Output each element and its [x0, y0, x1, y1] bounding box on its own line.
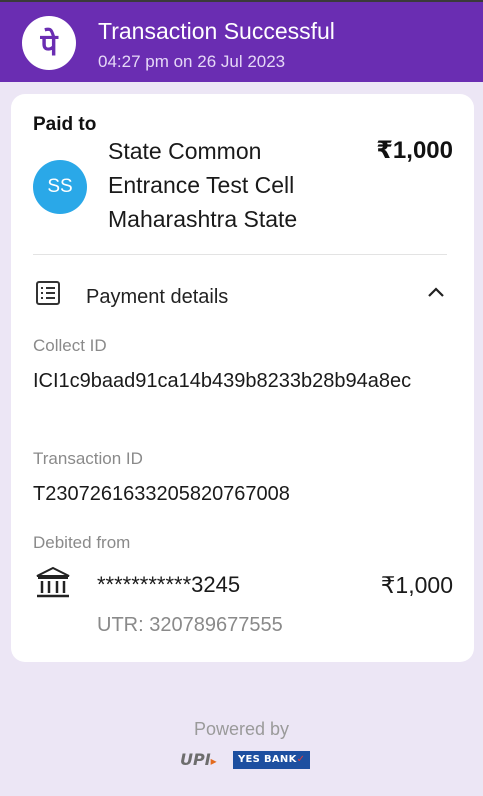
payee-name: State Common Entrance Test Cell Maharash…: [108, 134, 358, 236]
transaction-card: Paid to SS State Common Entrance Test Ce…: [11, 94, 474, 662]
powered-by-label: Powered by: [193, 719, 290, 739]
debited-from-label: Debited from: [33, 533, 131, 552]
receipt-list-icon: [35, 280, 61, 311]
yes-bank-logo: YES BANK✓: [233, 751, 311, 769]
transaction-timestamp: 04:27 pm on 26 Jul 2023: [98, 52, 286, 71]
payee-avatar: SS: [33, 160, 87, 214]
phonepe-logo: पे: [22, 16, 76, 70]
payee-name-line-3: Maharashtra State: [108, 206, 298, 232]
paid-to-label: Paid to: [33, 114, 97, 135]
debit-amount: ₹1,000: [380, 572, 453, 598]
utr-number[interactable]: UTR: 320789677555: [97, 614, 283, 637]
payee-name-line-2: Entrance Test Cell: [108, 172, 295, 198]
transaction-status-title: Transaction Successful: [98, 18, 335, 44]
transaction-id-label: Transaction ID: [33, 449, 143, 468]
header-bar: पे Transaction Successful 04:27 pm on 26…: [0, 0, 483, 82]
upi-arrow-icon: ▸: [210, 754, 217, 768]
upi-logo: UPI▸: [180, 750, 217, 769]
upi-logo-text: UPI: [180, 750, 211, 769]
bank-icon: [35, 566, 71, 605]
debit-account-number: ***********3245: [97, 572, 241, 597]
transaction-id-value[interactable]: T2307261633205820767008: [33, 480, 453, 508]
paid-amount: ₹1,000: [376, 137, 453, 164]
collect-id-value[interactable]: ICI1c9baad91ca14b439b8233b28b94a8ec: [33, 367, 453, 395]
chevron-up-icon[interactable]: [425, 284, 447, 305]
yes-bank-tick-icon: ✓: [296, 754, 306, 765]
divider: [33, 254, 447, 255]
yes-bank-logo-text: YES BANK: [238, 754, 297, 765]
collect-id-label: Collect ID: [33, 336, 107, 355]
payee-name-line-1: State Common: [108, 138, 262, 164]
payment-details-toggle[interactable]: Payment details: [86, 286, 228, 309]
